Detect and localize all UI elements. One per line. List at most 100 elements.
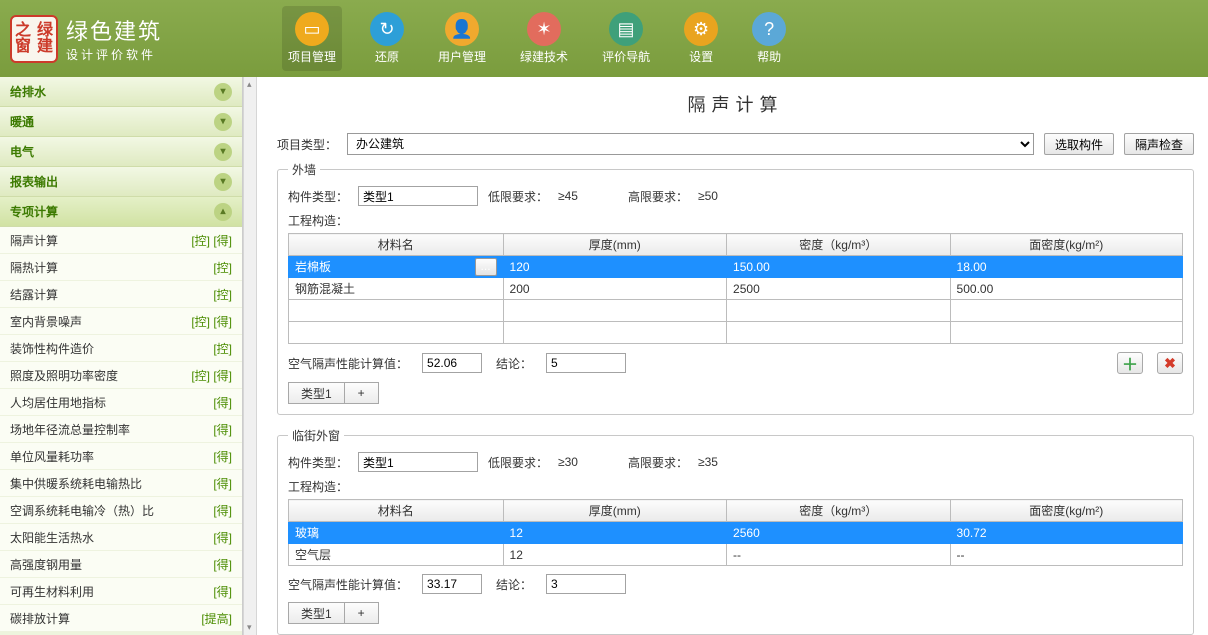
project-type-select[interactable]: 办公建筑	[347, 133, 1034, 155]
sidebar-item[interactable]: 空调系统耗电输冷（热）比[得]	[0, 497, 242, 524]
toolbar-user-manage[interactable]: 👤用户管理	[432, 6, 492, 71]
high-req-value: ≥35	[698, 455, 718, 469]
materials-table-2[interactable]: 材料名 厚度(mm) 密度（kg/m³） 面密度(kg/m²) 玻璃122560…	[288, 499, 1183, 566]
chevron-up-icon: ▴	[214, 203, 232, 221]
sidebar-group-drainage[interactable]: 给排水▾	[0, 77, 242, 107]
plus-icon: ＋	[1122, 351, 1138, 375]
sidebar-scrollbar[interactable]	[243, 77, 257, 635]
high-req-value: ≥50	[698, 189, 718, 203]
low-req-label: 低限要求：	[488, 454, 548, 471]
gear-icon: ⚙	[684, 12, 718, 46]
chevron-down-icon: ▾	[214, 113, 232, 131]
add-row-button[interactable]: ＋	[1117, 352, 1143, 374]
calc-label: 空气隔声性能计算值：	[288, 576, 408, 593]
help-icon: ?	[752, 12, 786, 46]
sidebar-item[interactable]: 可再生材料利用[得]	[0, 578, 242, 605]
sidebar-item[interactable]: 高强度钢用量[得]	[0, 551, 242, 578]
sidebar-group-electric[interactable]: 电气▾	[0, 137, 242, 167]
high-req-label: 高限要求：	[628, 188, 688, 205]
col-thickness: 厚度(mm)	[503, 500, 727, 522]
close-icon: ✖	[1164, 355, 1176, 372]
share-icon: ✶	[527, 12, 561, 46]
sidebar-group-report[interactable]: 报表输出▾	[0, 167, 242, 197]
result-value-input[interactable]	[546, 353, 626, 373]
toolbar-settings[interactable]: ⚙设置	[678, 6, 724, 71]
sidebar-item[interactable]: 室内背景噪声[控] [得]	[0, 308, 242, 335]
section-street-window: 临街外窗 构件类型： 低限要求： ≥30 高限要求： ≥35 工程构造： 材料名…	[277, 427, 1194, 635]
sidebar-item[interactable]: 碳排放计算[提高]	[0, 605, 242, 632]
col-area-density: 面密度(kg/m²)	[950, 500, 1182, 522]
low-req-value: ≥45	[558, 189, 618, 203]
app-subtitle: 设计评价软件	[66, 46, 162, 63]
calc-value-input[interactable]	[422, 353, 482, 373]
sidebar-item[interactable]: 隔热计算[控]	[0, 254, 242, 281]
component-type-input[interactable]	[358, 452, 478, 472]
delete-row-button[interactable]: ✖	[1157, 352, 1183, 374]
table-row[interactable]: 玻璃12256030.72	[289, 522, 1183, 544]
col-density: 密度（kg/m³）	[727, 500, 951, 522]
refresh-icon: ↻	[370, 12, 404, 46]
low-req-label: 低限要求：	[488, 188, 548, 205]
folder-icon: ▭	[295, 12, 329, 46]
project-type-label: 项目类型：	[277, 136, 337, 153]
construction-label: 工程构造：	[288, 212, 1183, 229]
chevron-down-icon: ▾	[214, 143, 232, 161]
sidebar-item[interactable]: 人均居住用地指标[得]	[0, 389, 242, 416]
sidebar-item[interactable]: 场地年径流总量控制率[得]	[0, 416, 242, 443]
table-row[interactable]: 钢筋混凝土2002500500.00	[289, 278, 1183, 300]
low-req-value: ≥30	[558, 455, 618, 469]
toolbar-eval-nav[interactable]: ▤评价导航	[596, 6, 656, 71]
high-req-label: 高限要求：	[628, 454, 688, 471]
col-area-density: 面密度(kg/m²)	[950, 234, 1182, 256]
construction-label: 工程构造：	[288, 478, 1183, 495]
toolbar-project-manage[interactable]: ▭项目管理	[282, 6, 342, 71]
result-value-input[interactable]	[546, 574, 626, 594]
table-row[interactable]	[289, 300, 1183, 322]
sidebar-item[interactable]: 单位风量耗功率[得]	[0, 443, 242, 470]
sidebar-group-special[interactable]: 专项计算▴	[0, 197, 242, 227]
type-tab[interactable]: 类型1	[288, 382, 345, 404]
toolbar-help[interactable]: ?帮助	[746, 6, 792, 71]
component-type-input[interactable]	[358, 186, 478, 206]
table-row[interactable]	[289, 322, 1183, 344]
sidebar-item[interactable]: 集中供暖系统耗电输热比[得]	[0, 470, 242, 497]
sound-check-button[interactable]: 隔声检查	[1124, 133, 1194, 155]
app-logo: 之绿 窗建 绿色建筑 设计评价软件	[10, 14, 162, 63]
calc-label: 空气隔声性能计算值：	[288, 355, 408, 372]
section-outer-wall: 外墙 构件类型： 低限要求： ≥45 高限要求： ≥50 工程构造： 材料名 厚…	[277, 161, 1194, 415]
sidebar-item[interactable]: 隔声计算[控] [得]	[0, 227, 242, 254]
col-density: 密度（kg/m³）	[727, 234, 951, 256]
result-label: 结论：	[496, 576, 532, 593]
section-legend: 临街外窗	[288, 427, 344, 444]
sidebar-item[interactable]: 装饰性构件造价[控]	[0, 335, 242, 362]
select-component-button[interactable]: 选取构件	[1044, 133, 1114, 155]
sidebar-group-hvac[interactable]: 暖通▾	[0, 107, 242, 137]
type-tab[interactable]: 类型1	[288, 602, 345, 624]
result-label: 结论：	[496, 355, 532, 372]
toolbar-tech[interactable]: ✶绿建技术	[514, 6, 574, 71]
col-thickness: 厚度(mm)	[503, 234, 727, 256]
app-title: 绿色建筑	[66, 14, 162, 46]
user-icon: 👤	[445, 12, 479, 46]
chevron-down-icon: ▾	[214, 83, 232, 101]
component-type-label: 构件类型：	[288, 188, 348, 205]
calc-value-input[interactable]	[422, 574, 482, 594]
section-legend: 外墙	[288, 161, 320, 178]
materials-table-1[interactable]: 材料名 厚度(mm) 密度（kg/m³） 面密度(kg/m²) 岩棉板...12…	[288, 233, 1183, 344]
add-type-tab[interactable]: +	[345, 602, 379, 624]
table-row[interactable]: 岩棉板...120150.0018.00	[289, 256, 1183, 278]
table-row[interactable]: 空气层12----	[289, 544, 1183, 566]
sidebar-item[interactable]: 太阳能生活热水[得]	[0, 524, 242, 551]
col-material: 材料名	[289, 500, 504, 522]
ellipsis-button[interactable]: ...	[475, 258, 497, 276]
chevron-down-icon: ▾	[214, 173, 232, 191]
sidebar-item[interactable]: 结露计算[控]	[0, 281, 242, 308]
sidebar-item[interactable]: 照度及照明功率密度[控] [得]	[0, 362, 242, 389]
add-type-tab[interactable]: +	[345, 382, 379, 404]
toolbar-restore[interactable]: ↻还原	[364, 6, 410, 71]
col-material: 材料名	[289, 234, 504, 256]
component-type-label: 构件类型：	[288, 454, 348, 471]
logo-mark: 之绿 窗建	[10, 15, 58, 63]
page-title: 隔声计算	[277, 91, 1194, 117]
book-icon: ▤	[609, 12, 643, 46]
